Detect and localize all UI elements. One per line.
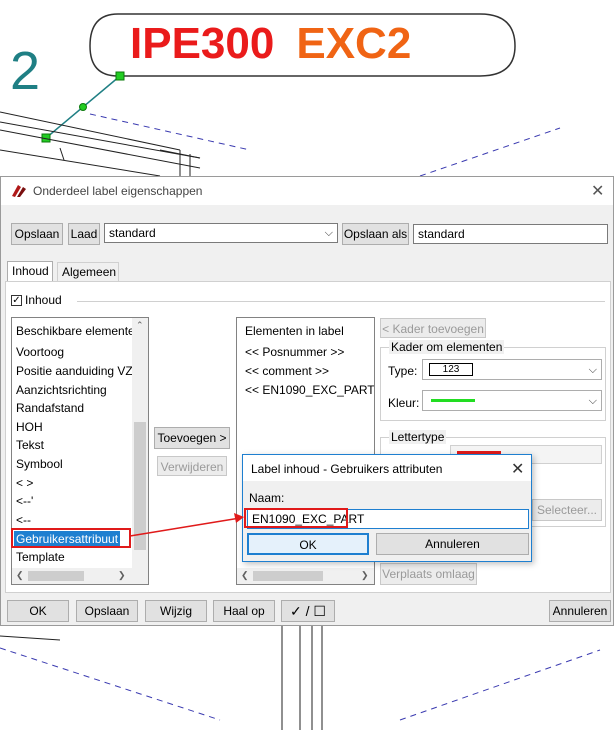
highlight-connector [129, 513, 244, 537]
